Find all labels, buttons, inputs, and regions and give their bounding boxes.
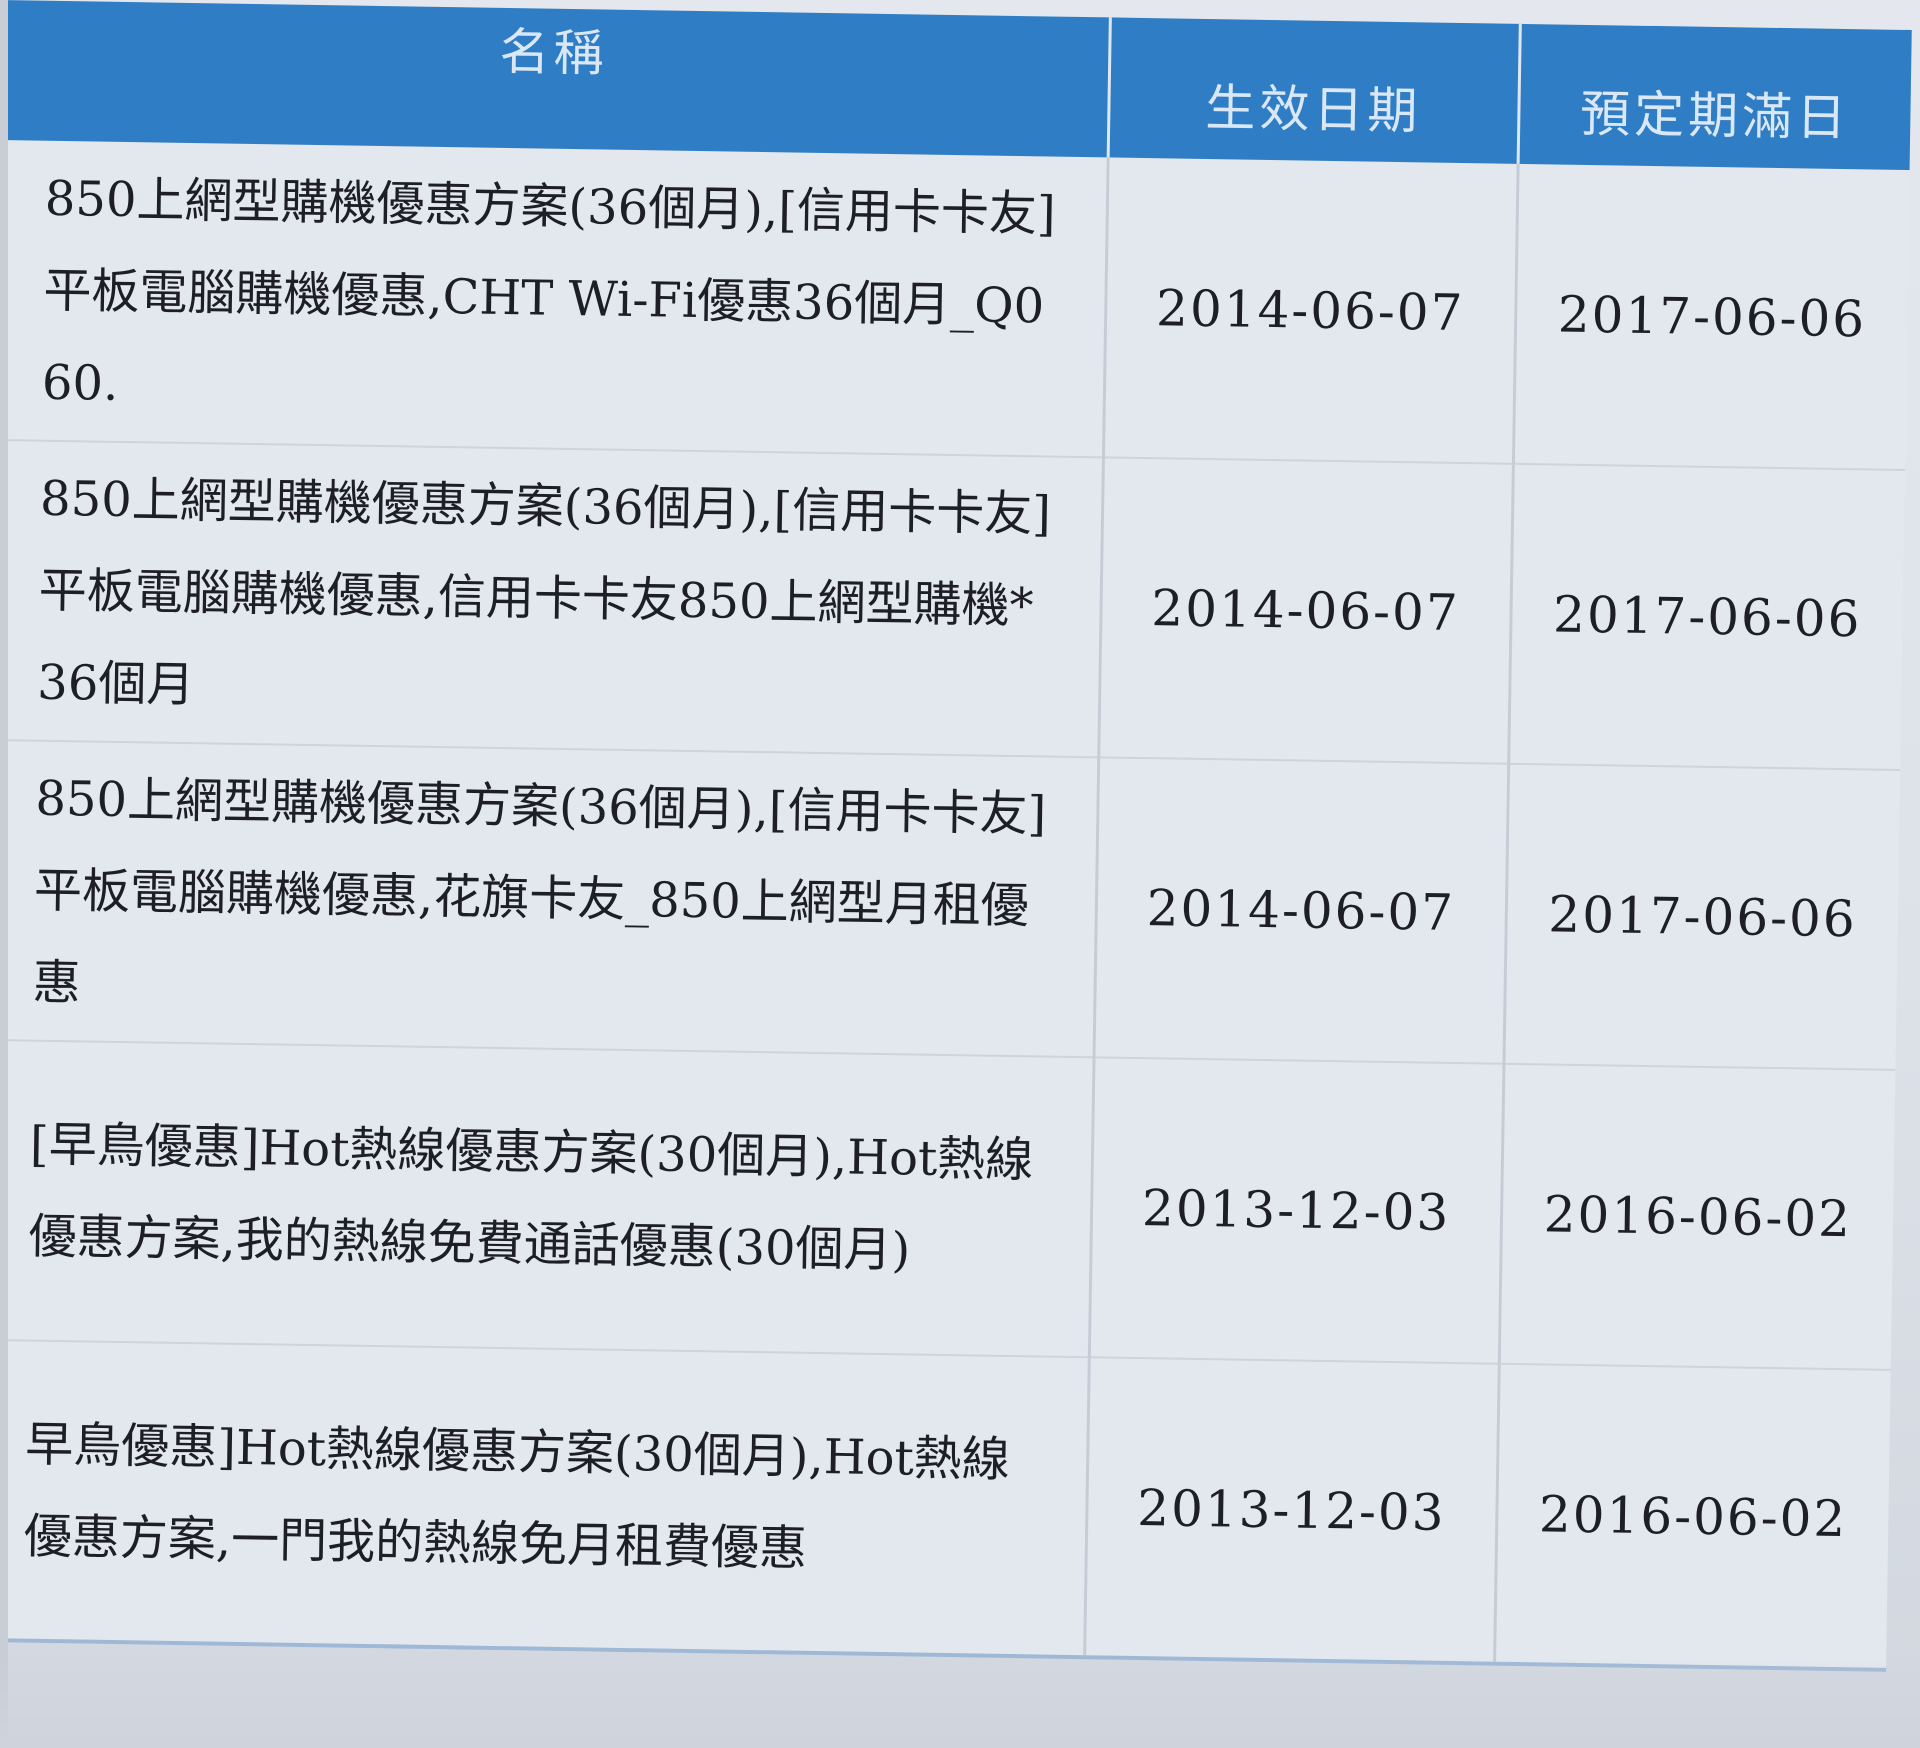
end-date-cell: 2017-06-06 bbox=[1508, 463, 1905, 770]
start-date-cell: 2014-06-07 bbox=[1098, 457, 1513, 764]
screen-left-edge bbox=[0, 0, 8, 1748]
start-date-cell: 2013-12-03 bbox=[1088, 1057, 1504, 1364]
end-date-cell: 2016-06-02 bbox=[1494, 1363, 1891, 1670]
column-header-end-date: 預定期滿日 bbox=[1517, 23, 1912, 171]
column-header-name: 名稱 bbox=[0, 0, 1110, 158]
start-date-cell: 2014-06-07 bbox=[1102, 157, 1518, 464]
plan-name-cell: 850上網型購機優惠方案(36個月),[信用卡卡友]平板電腦購機優惠,CHT W… bbox=[0, 139, 1108, 458]
table-row: 早鳥優惠]Hot熱線優惠方案(30個月),Hot熱線優惠方案,一門我的熱線免月租… bbox=[0, 1339, 1891, 1670]
plan-table-wrapper: 名稱 生效日期 預定期滿日 850上網型購機優惠方案(36個月),[信用卡卡友]… bbox=[0, 0, 1912, 1730]
table-row: 850上網型購機優惠方案(36個月),[信用卡卡友]平板電腦購機優惠,CHT W… bbox=[0, 139, 1910, 470]
start-date-cell: 2014-06-07 bbox=[1093, 757, 1509, 1064]
screen-bottom-shade bbox=[0, 1658, 1920, 1748]
column-header-start-date: 生效日期 bbox=[1107, 17, 1520, 164]
start-date-cell: 2013-12-03 bbox=[1084, 1357, 1499, 1664]
plan-name-cell: 850上網型購機優惠方案(36個月),[信用卡卡友]平板電腦購機優惠,花旗卡友_… bbox=[0, 739, 1099, 1058]
plan-name-cell: [早鳥優惠]Hot熱線優惠方案(30個月),Hot熱線優惠方案,我的熱線免費通話… bbox=[0, 1039, 1094, 1358]
end-date-cell: 2017-06-06 bbox=[1512, 163, 1910, 470]
table-row: 850上網型購機優惠方案(36個月),[信用卡卡友]平板電腦購機優惠,信用卡卡友… bbox=[0, 439, 1905, 770]
photo-frame: 名稱 生效日期 預定期滿日 850上網型購機優惠方案(36個月),[信用卡卡友]… bbox=[0, 0, 1920, 1748]
end-date-cell: 2016-06-02 bbox=[1498, 1063, 1896, 1370]
table-row: [早鳥優惠]Hot熱線優惠方案(30個月),Hot熱線優惠方案,我的熱線免費通話… bbox=[0, 1039, 1896, 1370]
plan-name-cell: 早鳥優惠]Hot熱線優惠方案(30個月),Hot熱線優惠方案,一門我的熱線免月租… bbox=[0, 1339, 1089, 1658]
table-row: 850上網型購機優惠方案(36個月),[信用卡卡友]平板電腦購機優惠,花旗卡友_… bbox=[0, 739, 1901, 1070]
end-date-cell: 2017-06-06 bbox=[1503, 763, 1901, 1070]
plan-table: 名稱 生效日期 預定期滿日 850上網型購機優惠方案(36個月),[信用卡卡友]… bbox=[0, 0, 1912, 1672]
plan-name-cell: 850上網型購機優惠方案(36個月),[信用卡卡友]平板電腦購機優惠,信用卡卡友… bbox=[0, 439, 1103, 758]
